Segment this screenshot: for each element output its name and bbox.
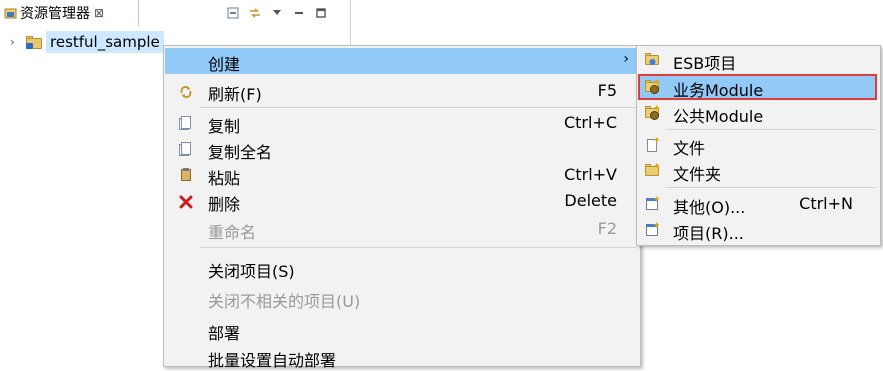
menu-separator: [200, 247, 636, 248]
view-menu-icon[interactable]: [270, 5, 284, 19]
submenu-item-project[interactable]: ✦ 项目(R)...: [638, 217, 877, 243]
view-tab-bar: 资源管理器 ⊠: [0, 0, 350, 26]
submenu-item-esb-project[interactable]: ESB项目: [638, 47, 877, 73]
menu-item-label: 复制全名: [208, 143, 273, 162]
submenu-item-business-module[interactable]: ✦ 业务Module: [638, 74, 877, 100]
shortcut-text: F5: [597, 81, 617, 100]
submenu-item-folder[interactable]: ✦ 文件夹: [638, 158, 877, 184]
tab-title: 资源管理器: [20, 6, 90, 22]
shortcut-text: Delete: [564, 191, 617, 210]
delete-icon: [179, 194, 193, 209]
menu-item-label: 刷新(F): [208, 85, 262, 104]
collapse-all-icon[interactable]: [226, 5, 240, 19]
menu-item-label: 删除: [208, 195, 241, 214]
context-menu: 创建 › 刷新(F) F5 复制 Ctrl+C 复制全名 粘贴 Ctrl+V 删: [163, 45, 641, 370]
menu-item-batch-auto-deploy[interactable]: 批量设置自动部署: [165, 344, 637, 370]
tab-resource-explorer[interactable]: 资源管理器 ⊠: [0, 0, 139, 26]
submenu-separator: [665, 187, 876, 188]
menu-item-close-unrelated-projects: 关闭不相关的项目(U): [165, 285, 637, 311]
submenu-item-file[interactable]: ✦ 文件: [638, 132, 877, 158]
submenu-item-label: 其他(O)...: [673, 198, 746, 217]
menu-item-label: 批量设置自动部署: [208, 351, 337, 370]
copy-qualified-name-icon: [179, 142, 193, 156]
business-module-icon: ✦: [645, 78, 661, 94]
submenu-item-label: 项目(R)...: [673, 224, 744, 243]
menu-item-delete[interactable]: 删除 Delete: [165, 188, 637, 214]
submenu-item-label: ESB项目: [673, 54, 737, 73]
copy-icon: [179, 116, 193, 130]
submenu-arrow-icon: ›: [623, 51, 629, 67]
menu-item-refresh[interactable]: 刷新(F) F5: [165, 78, 637, 104]
menu-item-paste[interactable]: 粘贴 Ctrl+V: [165, 162, 637, 188]
esb-project-icon: [645, 53, 659, 67]
menu-item-create[interactable]: 创建 ›: [165, 48, 637, 74]
minimize-icon[interactable]: [292, 5, 306, 19]
shortcut-text: Ctrl+V: [564, 165, 617, 184]
new-folder-icon: ✦: [645, 162, 661, 178]
menu-item-label: 重命名: [208, 223, 257, 242]
menu-item-label: 创建: [208, 55, 241, 74]
submenu-separator: [665, 129, 876, 130]
menu-item-label: 关闭项目(S): [208, 262, 295, 281]
menu-item-label: 粘贴: [208, 169, 241, 188]
explorer-icon: [4, 7, 17, 20]
create-submenu: ESB项目 ✦ 业务Module ✦ 公共Module ✦ 文件 ✦ 文件夹 ✦…: [636, 45, 881, 246]
menu-item-copy[interactable]: 复制 Ctrl+C: [165, 110, 637, 136]
view-toolbar: [226, 3, 328, 21]
submenu-item-other[interactable]: ✦ 其他(O)... Ctrl+N: [638, 191, 877, 217]
close-icon[interactable]: ⊠: [94, 6, 104, 20]
menu-item-close-project[interactable]: 关闭项目(S): [165, 255, 637, 281]
expand-chevron-icon[interactable]: ›: [10, 35, 20, 49]
submenu-item-label: 业务Module: [673, 81, 764, 100]
new-file-icon: ✦: [645, 136, 661, 152]
link-with-editor-icon[interactable]: [248, 5, 262, 19]
project-folder-icon: [26, 35, 42, 49]
menu-item-rename: 重命名 F2: [165, 216, 637, 242]
maximize-icon[interactable]: [314, 5, 328, 19]
submenu-item-label: 公共Module: [673, 107, 764, 126]
menu-item-deploy[interactable]: 部署: [165, 317, 637, 343]
shortcut-text: F2: [597, 219, 617, 238]
paste-icon: [179, 168, 193, 182]
shortcut-text: Ctrl+N: [799, 194, 853, 213]
menu-item-copy-qualified-name[interactable]: 复制全名: [165, 136, 637, 162]
refresh-icon: [179, 84, 193, 98]
submenu-item-label: 文件: [673, 139, 706, 158]
shortcut-text: Ctrl+C: [563, 113, 617, 132]
menu-separator: [200, 107, 636, 108]
other-wizard-icon: ✦: [645, 195, 661, 211]
menu-item-label: 部署: [208, 324, 241, 343]
common-module-icon: ✦: [645, 104, 661, 120]
menu-item-label: 复制: [208, 117, 241, 136]
new-project-icon: ✦: [645, 221, 661, 237]
submenu-item-label: 文件夹: [673, 165, 722, 184]
menu-item-label: 关闭不相关的项目(U): [208, 292, 361, 311]
project-name[interactable]: restful_sample: [46, 31, 164, 53]
submenu-item-common-module[interactable]: ✦ 公共Module: [638, 100, 877, 126]
